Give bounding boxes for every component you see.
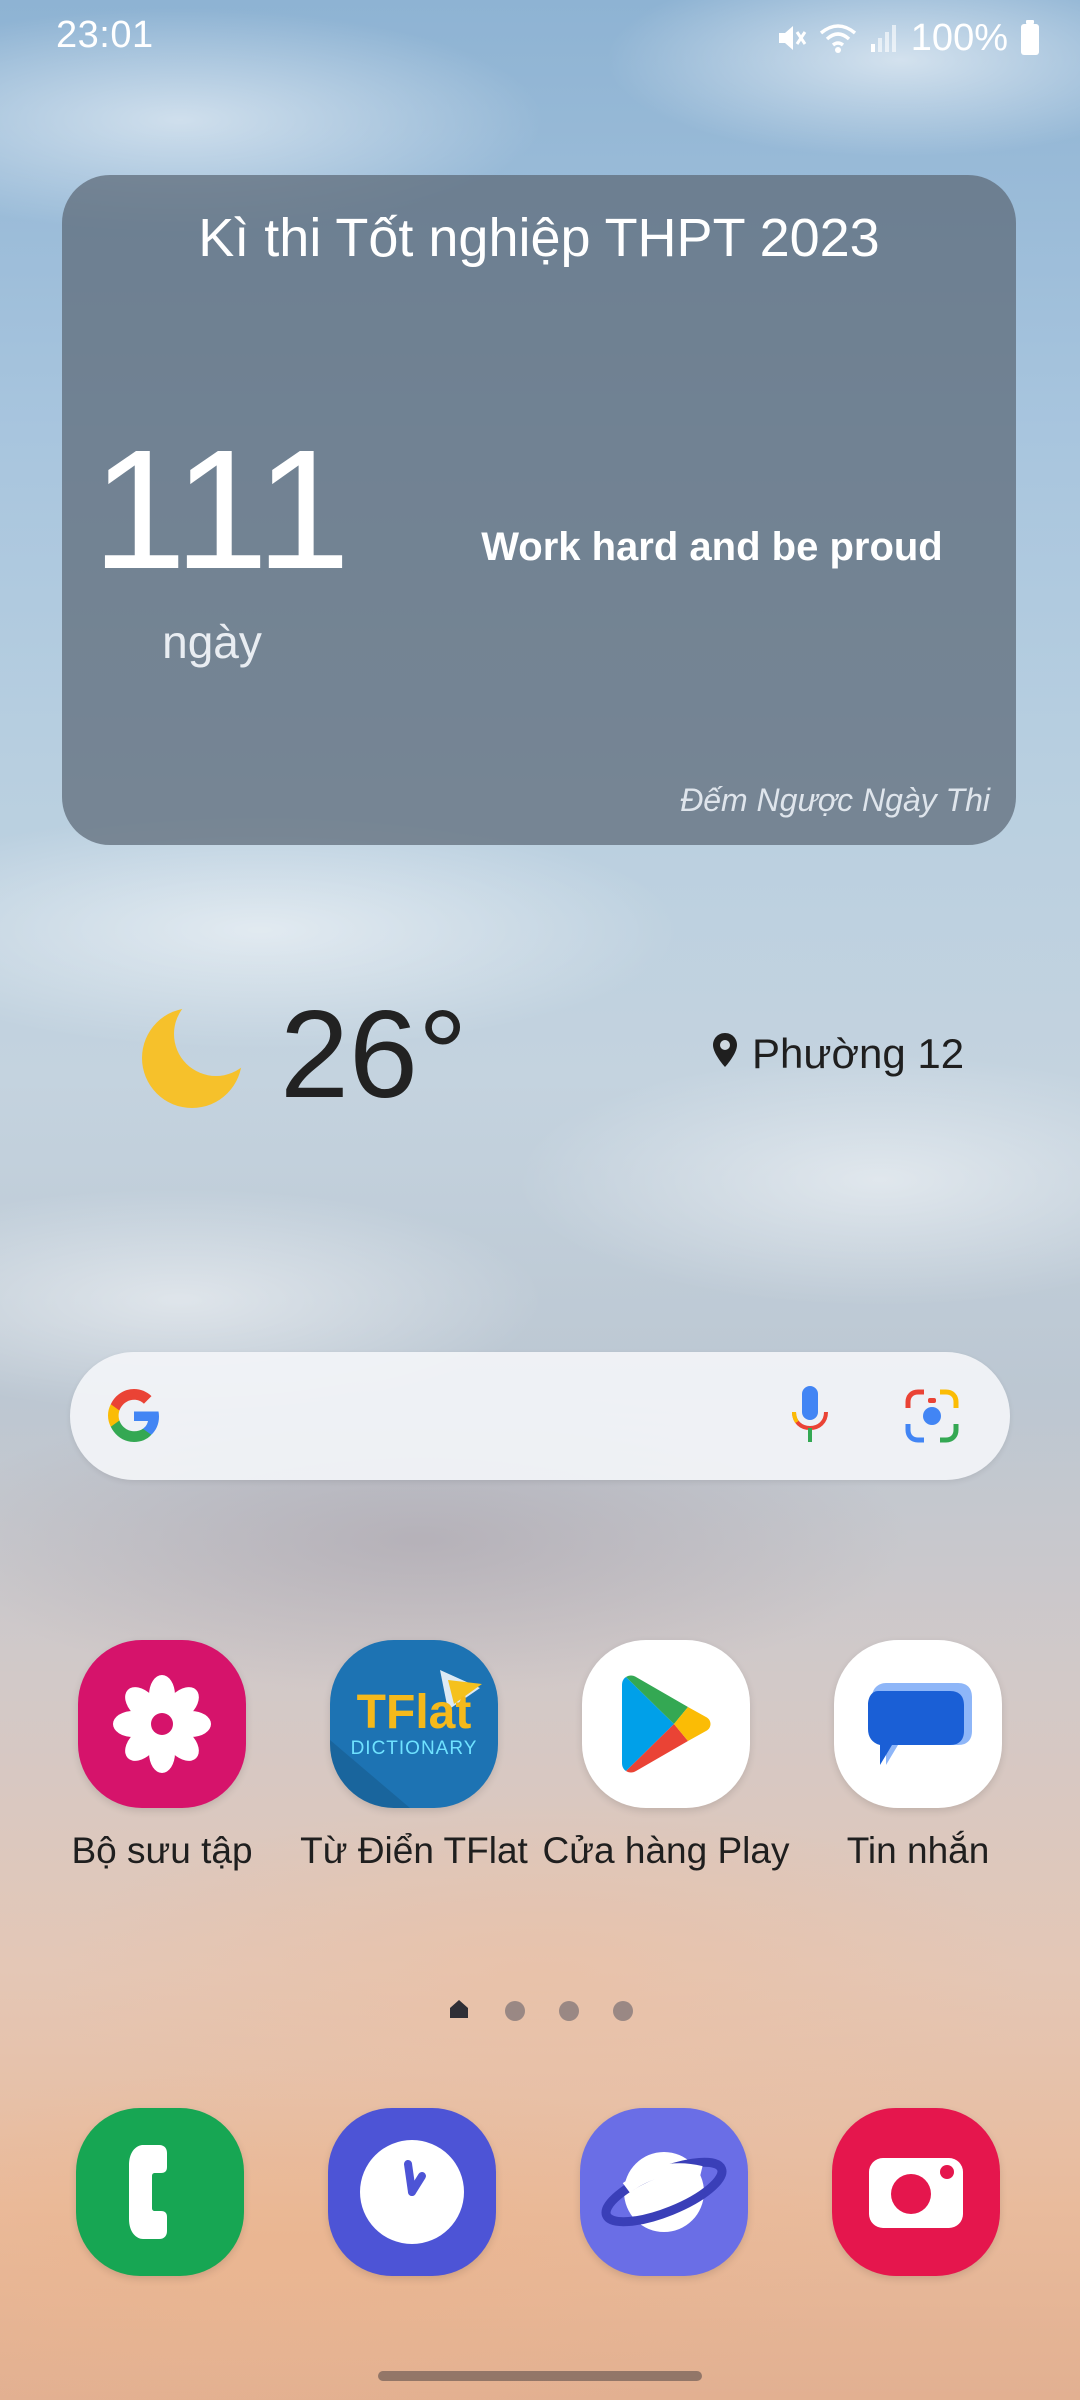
status-icons: 100%	[773, 14, 1040, 62]
weather-temperature: 26°	[280, 986, 468, 1124]
app-play-store[interactable]: Cửa hàng Play	[540, 1640, 792, 1872]
battery-icon	[1020, 20, 1040, 56]
wifi-icon	[819, 22, 857, 54]
countdown-title: Kì thi Tốt nghiệp THPT 2023	[198, 208, 880, 268]
camera-icon[interactable]	[832, 2108, 1000, 2276]
app-label: Cửa hàng Play	[542, 1830, 790, 1871]
signal-icon	[869, 22, 899, 54]
page-dot[interactable]	[505, 2001, 525, 2021]
battery-text: 100%	[910, 16, 1008, 59]
moon-icon	[140, 1000, 250, 1110]
status-bar: 23:01 100%	[0, 0, 1080, 78]
google-lens-icon[interactable]	[902, 1386, 962, 1446]
countdown-app-name: Đếm Ngược Ngày Thi	[680, 782, 990, 818]
weather-location[interactable]: Phường 12	[712, 1030, 964, 1078]
page-indicator	[0, 1996, 1080, 2026]
clock-icon[interactable]	[328, 2108, 496, 2276]
microphone-icon[interactable]	[780, 1382, 840, 1450]
phone-icon[interactable]	[76, 2108, 244, 2276]
countdown-days: 111	[92, 415, 351, 605]
app-tflat-dictionary[interactable]: TFlat DICTIONARY Từ Điển TFlat	[288, 1640, 540, 1872]
google-search-bar[interactable]	[70, 1352, 1010, 1480]
home-page-icon[interactable]	[447, 1997, 471, 2026]
navigation-handle[interactable]	[378, 2371, 702, 2381]
app-label: Từ Điển TFlat	[300, 1830, 528, 1871]
weather-widget[interactable]: 26° Phường 12	[0, 980, 1080, 1140]
app-label: Tin nhắn	[846, 1830, 990, 1871]
status-time: 23:01	[56, 14, 154, 56]
play-store-icon[interactable]	[582, 1640, 750, 1808]
app-label: Bộ sưu tập	[71, 1830, 253, 1871]
page-dot[interactable]	[559, 2001, 579, 2021]
page-dot[interactable]	[613, 2001, 633, 2021]
internet-icon[interactable]	[580, 2108, 748, 2276]
mute-icon	[773, 21, 807, 55]
app-messages[interactable]: Tin nhắn	[792, 1640, 1044, 1872]
countdown-widget[interactable]: Kì thi Tốt nghiệp THPT 2023 111 ngày Wor…	[62, 175, 1016, 845]
gallery-icon[interactable]	[78, 1640, 246, 1808]
app-gallery[interactable]: Bộ sưu tập	[36, 1640, 288, 1872]
dock	[0, 2108, 1080, 2280]
countdown-motto: Work hard and be proud	[481, 525, 943, 569]
google-logo-icon[interactable]	[104, 1386, 164, 1446]
messages-icon[interactable]	[834, 1640, 1002, 1808]
tflat-dictionary-icon[interactable]: TFlat DICTIONARY	[330, 1640, 498, 1808]
home-apps-row: Bộ sưu tập TFlat DICTIONARY Từ Điển TFla…	[0, 1640, 1080, 1880]
weather-location-label: Phường 12	[752, 1030, 965, 1077]
location-pin-icon	[712, 1030, 738, 1078]
tflat-logo-subtext: DICTIONARY	[350, 1738, 478, 1759]
countdown-unit: ngày	[162, 616, 262, 668]
tflat-logo-text: TFlat	[356, 1686, 472, 1739]
